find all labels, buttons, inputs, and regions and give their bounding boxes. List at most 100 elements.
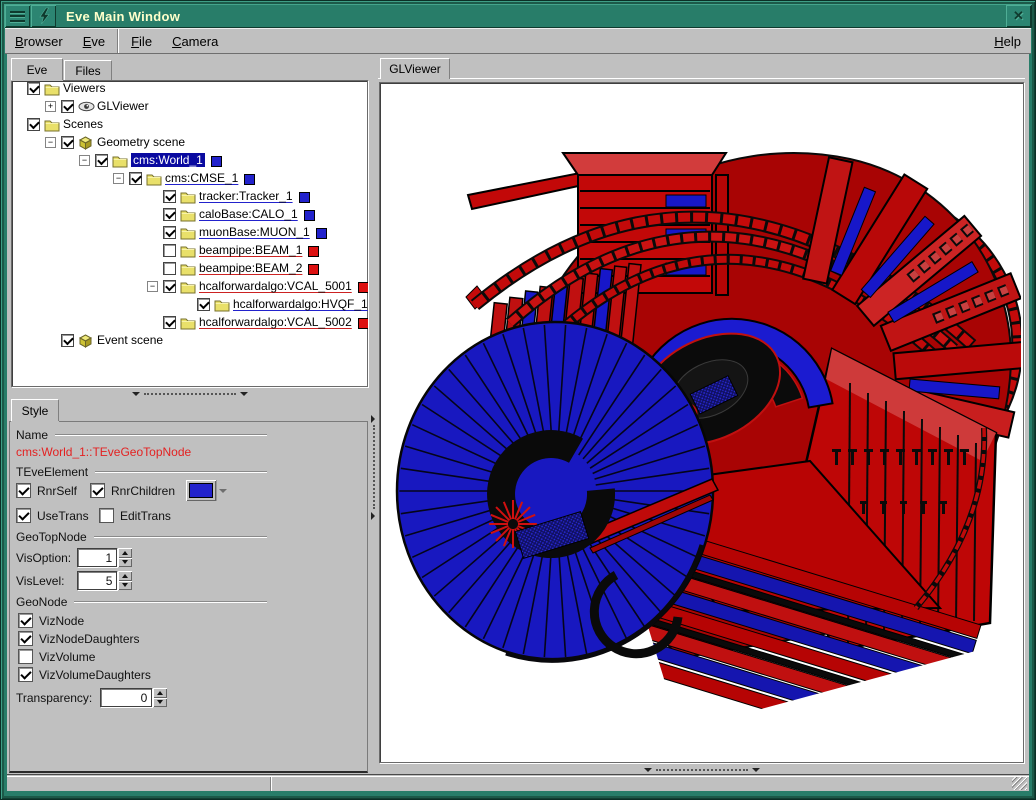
tree-checkbox[interactable] — [61, 334, 74, 347]
tree-item[interactable]: caloBase:CALO_1 — [11, 206, 368, 224]
tree-checkbox[interactable] — [163, 280, 176, 293]
tree-checkbox[interactable] — [129, 172, 142, 185]
expand-icon[interactable]: + — [45, 101, 56, 112]
groove-line — [55, 434, 267, 436]
splitter-dots — [373, 425, 375, 509]
scene-tree[interactable]: Viewers+GLViewerScenes−Geometry scene−cm… — [11, 80, 368, 387]
viznodedaughters-checkbox[interactable] — [18, 631, 33, 646]
tree-checkbox[interactable] — [61, 100, 74, 113]
tree-item-label[interactable]: Event scene — [97, 333, 163, 347]
tree-item-label[interactable]: tracker:Tracker_1 — [199, 189, 293, 203]
tree-checkbox[interactable] — [163, 244, 176, 257]
tree-item-label[interactable]: Viewers — [63, 81, 105, 95]
color-picker-swatch[interactable] — [186, 480, 216, 501]
right-horizontal-splitter[interactable] — [379, 765, 1024, 774]
status-bar — [7, 774, 1029, 791]
tree-item-label[interactable]: Geometry scene — [97, 135, 185, 149]
tree-item-label[interactable]: hcalforwardalgo:VCAL_5001 — [199, 279, 352, 293]
vizvolume-label: VizVolume — [39, 650, 95, 664]
tree-checkbox[interactable] — [163, 316, 176, 329]
menu-eve[interactable]: Eve — [73, 34, 115, 49]
tab-files[interactable]: Files — [64, 60, 112, 80]
rnrself-label: RnrSelf — [37, 484, 77, 498]
vislevel-entry[interactable]: 5 — [77, 571, 117, 590]
tree-item[interactable]: Viewers — [11, 80, 368, 98]
color-swatch-fill — [189, 483, 213, 498]
tab-style[interactable]: Style — [11, 399, 59, 421]
tree-item-label[interactable]: beampipe:BEAM_2 — [199, 261, 302, 275]
menu-browser[interactable]: Browser — [5, 34, 73, 49]
rnrself-checkbox[interactable] — [16, 483, 31, 498]
tree-item[interactable]: hcalforwardalgo:HVQF_1 — [11, 296, 368, 314]
collapse-icon[interactable]: − — [147, 281, 158, 292]
tree-item-label[interactable]: GLViewer — [97, 99, 149, 113]
collapse-icon[interactable]: − — [45, 137, 56, 148]
rnrchildren-checkbox[interactable] — [90, 483, 105, 498]
collapse-icon[interactable]: − — [113, 173, 124, 184]
scene-icon — [78, 334, 93, 351]
menu-help[interactable]: Help — [984, 34, 1031, 49]
groove-line — [94, 536, 267, 538]
tree-item[interactable]: muonBase:MUON_1 — [11, 224, 368, 242]
tree-item[interactable]: − Geometry scene — [11, 134, 368, 152]
status-pane-left — [7, 777, 270, 791]
visoption-entry[interactable]: 1 — [77, 548, 117, 567]
tree-item[interactable]: − cms:World_1 — [11, 152, 368, 170]
folder-icon — [180, 190, 196, 207]
close-button[interactable]: ✕ — [1006, 5, 1031, 27]
vislevel-spinner[interactable] — [118, 571, 132, 590]
tree-item[interactable]: hcalforwardalgo:VCAL_5002 — [11, 314, 368, 332]
splitter-arrow-icon — [371, 512, 375, 520]
tab-glviewer[interactable]: GLViewer — [380, 58, 450, 79]
tab-eve[interactable]: Eve — [11, 58, 63, 80]
menu-camera[interactable]: Camera — [162, 34, 228, 49]
tree-checkbox[interactable] — [27, 118, 40, 131]
tree-item[interactable]: − hcalforwardalgo:VCAL_5001 — [11, 278, 368, 296]
spin-up-icon — [122, 551, 128, 555]
resize-grip[interactable] — [1012, 777, 1027, 790]
tree-item-label[interactable]: cms:World_1 — [131, 153, 205, 167]
usetrans-checkbox[interactable] — [16, 508, 31, 523]
tree-checkbox[interactable] — [197, 298, 210, 311]
gl-viewer-canvas[interactable] — [380, 83, 1021, 760]
tree-item[interactable]: Event scene — [11, 332, 368, 350]
left-horizontal-splitter[interactable] — [11, 389, 368, 398]
tree-item-label[interactable]: hcalforwardalgo:VCAL_5002 — [199, 315, 352, 329]
spin-down-icon — [122, 560, 128, 564]
color-dropdown-button[interactable] — [216, 480, 229, 501]
tree-item[interactable]: beampipe:BEAM_1 — [11, 242, 368, 260]
collapse-icon[interactable]: − — [79, 155, 90, 166]
app-icon-button[interactable] — [31, 5, 56, 27]
tree-checkbox[interactable] — [163, 226, 176, 239]
tree-item[interactable]: tracker:Tracker_1 — [11, 188, 368, 206]
tree-item-label[interactable]: Scenes — [63, 117, 103, 131]
tree-item-label[interactable]: beampipe:BEAM_1 — [199, 243, 302, 257]
vizvolumedaughters-checkbox[interactable] — [18, 667, 33, 682]
tree-checkbox[interactable] — [163, 262, 176, 275]
tree-checkbox[interactable] — [163, 208, 176, 221]
title-bar[interactable]: Eve Main Window ✕ — [4, 4, 1032, 28]
tree-item-label[interactable]: caloBase:CALO_1 — [199, 207, 298, 221]
tree-checkbox[interactable] — [95, 154, 108, 167]
vertical-splitter[interactable] — [370, 57, 378, 773]
tree-checkbox[interactable] — [163, 190, 176, 203]
menu-file[interactable]: File — [121, 34, 162, 49]
tree-item[interactable]: + GLViewer — [11, 98, 368, 116]
tree-item-label[interactable]: muonBase:MUON_1 — [199, 225, 310, 239]
tree-item[interactable]: beampipe:BEAM_2 — [11, 260, 368, 278]
visoption-spinner[interactable] — [118, 548, 132, 567]
tree-item[interactable]: − cms:CMSE_1 — [11, 170, 368, 188]
vizvolume-checkbox[interactable] — [18, 649, 33, 664]
folder-icon — [146, 172, 162, 189]
transparency-spinner[interactable] — [153, 688, 167, 707]
tree-item[interactable]: Scenes — [11, 116, 368, 134]
viznode-checkbox[interactable] — [18, 613, 33, 628]
tree-item-label[interactable]: cms:CMSE_1 — [165, 171, 238, 185]
edittrans-checkbox[interactable] — [99, 508, 114, 523]
tree-checkbox[interactable] — [61, 136, 74, 149]
transparency-entry[interactable]: 0 — [100, 688, 152, 707]
spin-down-icon — [122, 583, 128, 587]
tree-item-label[interactable]: hcalforwardalgo:HVQF_1 — [233, 297, 368, 311]
window-menu-button[interactable] — [5, 5, 30, 27]
tree-checkbox[interactable] — [27, 82, 40, 95]
